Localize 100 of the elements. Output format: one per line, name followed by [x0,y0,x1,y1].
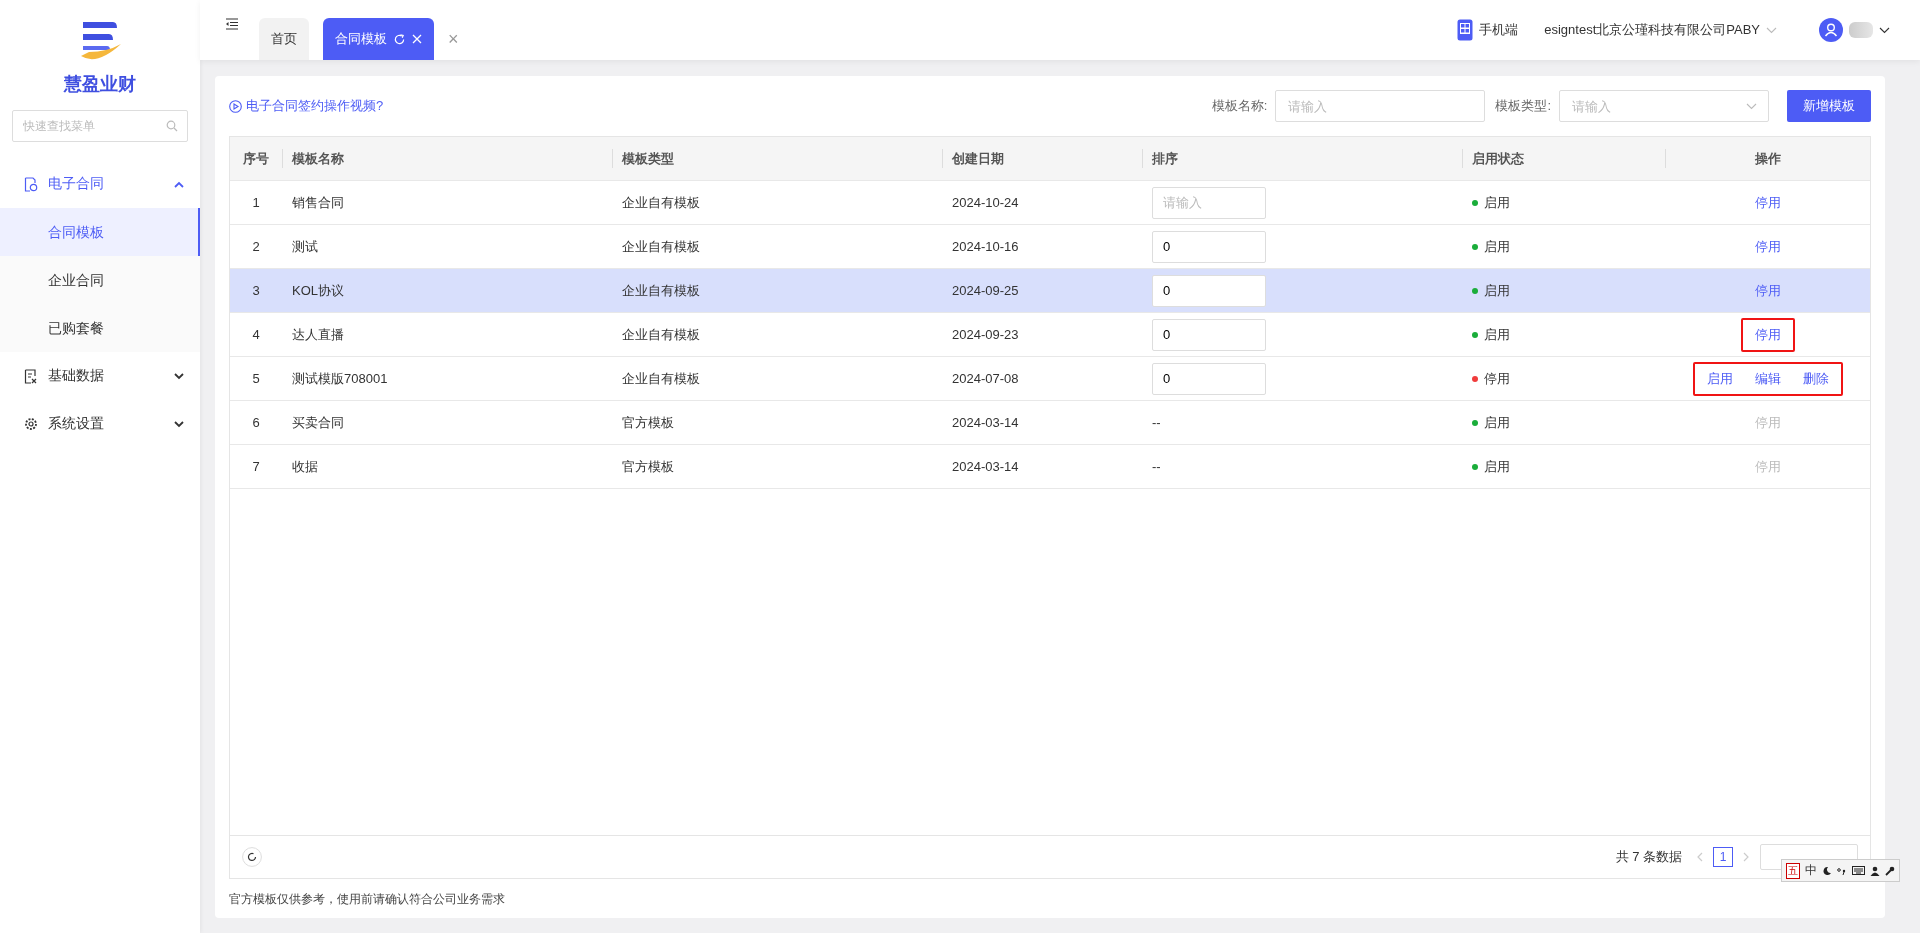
status-text: 启用 [1484,413,1510,432]
column-header: 启用状态 [1462,137,1665,180]
menu-group[interactable]: 系统设置 [0,400,200,448]
keyboard-icon[interactable] [1852,866,1865,875]
table-cell: 买卖合同 [292,413,344,432]
column-header: 排序 [1142,137,1462,180]
settings-icon [24,417,38,431]
status-text: 停用 [1484,369,1510,388]
table-cell: 销售合同 [292,193,344,212]
table-row[interactable]: 3 KOL协议 企业自有模板 2024-09-25 0 启用 停用 [230,269,1870,313]
document-icon [24,368,38,384]
table-cell: 2024-10-24 [952,195,1019,210]
menu-group-label: 基础数据 [48,367,105,385]
menu-group[interactable]: 电子合同 [0,160,200,208]
play-icon [229,99,242,113]
menu-item[interactable]: 企业合同 [0,256,200,304]
filter-label: 模板类型: [1495,97,1551,115]
action-link[interactable]: 启用 [1706,369,1733,388]
sort-input-field[interactable]: 0 [1152,362,1266,395]
chevron-icon [174,420,184,428]
chevron-icon [1746,103,1757,110]
punctuation-icon[interactable] [1837,866,1847,875]
table-cell: -- [1152,415,1161,430]
table-cell: 企业自有模板 [622,369,700,388]
sort-input-field[interactable]: 0 [1152,318,1266,351]
table-row[interactable]: 4 达人直播 企业自有模板 2024-09-23 0 启用 停用 [230,313,1870,357]
moon-icon[interactable] [1822,865,1832,876]
name-input-field[interactable]: 请输入 [1275,90,1486,122]
table-cell: 测试模版708001 [292,369,388,388]
action-link[interactable]: 删除 [1802,369,1829,388]
table-cell: 测试 [292,237,318,256]
status-text: 启用 [1484,193,1510,212]
table-cell: 2024-07-08 [952,371,1019,386]
table-row[interactable]: 1 销售合同 企业自有模板 2024-10-24 请输入 启用 停用 [230,181,1870,225]
filter-label: 模板名称: [1211,97,1268,115]
page-tab[interactable]: 首页 [259,18,309,60]
status-text: 启用 [1484,325,1510,344]
user-avatar-icon[interactable] [1819,18,1843,42]
table-cell: 2024-10-16 [952,239,1019,254]
status-text: 启用 [1484,281,1510,300]
table-cell: 企业自有模板 [622,193,700,212]
sort-input-field[interactable]: 0 [1152,274,1266,307]
status-text: 启用 [1484,457,1510,476]
action-link[interactable]: 停用 [1754,237,1781,256]
wrench-icon[interactable] [1885,865,1895,876]
total-count: 共 7 条数据 [1615,848,1682,866]
status-text: 启用 [1484,237,1510,256]
menu-icon[interactable] [225,18,239,30]
user-icon[interactable] [1870,865,1880,876]
chevron-icon [174,180,184,188]
close-icon[interactable] [412,34,422,44]
menu-item[interactable]: 已购套餐 [0,304,200,352]
ime-language[interactable]: 中 [1805,862,1817,879]
table-cell: 2024-03-14 [952,415,1019,430]
page-tab[interactable]: 合同模板 [323,18,434,60]
action-link[interactable]: 停用 [1754,193,1781,212]
menu-item[interactable]: 合同模板 [0,208,200,256]
refresh-icon[interactable] [242,847,262,867]
table-cell: 2024-09-23 [952,327,1019,342]
table-cell: 2 [252,239,260,254]
table-cell: 达人直播 [292,325,344,344]
action-link[interactable]: 编辑 [1754,369,1781,388]
chevron-icon [174,372,184,380]
table-cell: 4 [252,327,260,342]
page-number[interactable]: 1 [1713,847,1733,867]
menu-search-field[interactable]: 快速查找菜单 [12,110,188,142]
action-link[interactable]: 停用 [1754,325,1781,344]
document-icon [24,176,38,192]
sort-input-field[interactable]: 0 [1152,230,1266,263]
table-cell: 7 [252,459,260,474]
table-cell: 1 [252,195,260,210]
blurred-name-placeholder [1849,22,1873,38]
column-header: 操作 [1665,137,1870,180]
chevron-icon [1879,26,1890,34]
table-cell: 官方模板 [622,457,674,476]
table-cell: 企业自有模板 [622,325,700,344]
table-cell: 2024-09-25 [952,283,1019,298]
table-cell: 官方模板 [622,413,674,432]
table-cell: -- [1152,459,1161,474]
company-selector[interactable]: esigntest北京公瑾科技有限公司PABY [1544,21,1760,39]
video-link[interactable]: 电子合同签约操作视频? [229,97,384,115]
table-cell: 收据 [292,457,318,476]
table-cell: 3 [252,283,260,298]
brand-name: 慧盈业财 [64,73,136,96]
add-template-button[interactable]: 新增模板 [1787,90,1871,122]
menu-group-label: 电子合同 [48,175,105,193]
menu-group[interactable]: 基础数据 [0,352,200,400]
table-cell: 2024-03-14 [952,459,1019,474]
table-cell: 5 [252,371,260,386]
ime-mode[interactable]: 五 [1786,862,1800,879]
action-link[interactable]: 停用 [1754,281,1781,300]
column-header: 模板类型 [612,137,942,180]
table-cell: 6 [252,415,260,430]
table-row[interactable]: 5 测试模版708001 企业自有模板 2024-07-08 0 停用 启用 编辑 删除 [230,357,1870,401]
column-header: 模板名称 [282,137,612,180]
sort-input-field[interactable]: 请输入 [1152,186,1266,219]
type-select-field[interactable]: 请输入 [1559,90,1769,122]
mobile-link[interactable]: 手机端 [1479,21,1519,39]
mobile-phone-icon[interactable] [1457,19,1474,41]
column-header: 序号 [242,149,270,168]
